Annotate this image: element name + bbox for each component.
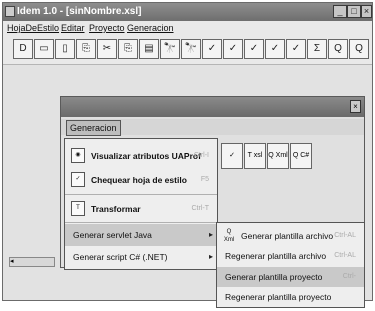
minimize-button[interactable]: _ xyxy=(333,5,347,18)
dialog-title-bar[interactable]: × xyxy=(61,97,364,117)
maximize-button[interactable]: □ xyxy=(347,5,361,18)
xml-icon[interactable]: Q xyxy=(328,39,348,59)
toolbar: D ▭ ▯ ⎘ ✂ ⎘ ▤ 🔭 🔭 ✓ ✓ ✓ ✓ ✓ Σ Q Q xyxy=(3,36,372,65)
clipboard-icon[interactable]: ▤ xyxy=(139,39,159,59)
menu-bar: HojaDeEstilo Editar Proyecto Generacion xyxy=(3,21,372,36)
generar-servlet-submenu: Q Xml Generar plantilla archivo Ctrl-AL R… xyxy=(216,222,365,308)
xsl-transform-icon: T xyxy=(71,201,85,216)
csharp-icon[interactable]: Q C# xyxy=(290,143,312,169)
menu-item-visualizar-atributos[interactable]: ◉ Visualizar atributos UAProf Ctrl-I xyxy=(65,145,217,167)
xsl-transform-icon[interactable]: Σ xyxy=(307,39,327,59)
dialog-menu-bar: Generacion xyxy=(61,119,364,136)
scroll-left-icon[interactable]: ◂ xyxy=(10,258,14,265)
check-4-icon[interactable]: ✓ xyxy=(265,39,285,59)
menu-separator xyxy=(65,222,217,223)
window-title: Idem 1.0 - [sinNombre.xsl] xyxy=(17,6,142,17)
submenu-arrow-icon: ▸ xyxy=(208,230,213,239)
xml-icon[interactable]: Q Xml xyxy=(267,143,289,169)
submenu-item-generar-plantilla-archivo[interactable]: Q Xml Generar plantilla archivo Ctrl-AL xyxy=(217,226,364,246)
open-file-icon[interactable]: ▭ xyxy=(34,39,54,59)
menu-proyecto[interactable]: Proyecto xyxy=(89,21,125,36)
cut-icon[interactable]: ✂ xyxy=(97,39,117,59)
check-2-icon[interactable]: ✓ xyxy=(223,39,243,59)
find-next-icon[interactable]: 🔭 xyxy=(181,39,201,59)
save-icon[interactable]: ▯ xyxy=(55,39,75,59)
menu-item-generar-script-csharp[interactable]: Generar script C# (.NET) ▸ xyxy=(65,246,217,268)
paste-icon[interactable]: ⎘ xyxy=(118,39,138,59)
menu-hojadeestilo[interactable]: HojaDeEstilo xyxy=(7,21,59,36)
dialog-menu-generacion[interactable]: Generacion xyxy=(66,120,121,136)
xml-icon: Q Xml xyxy=(223,229,235,243)
eye-icon: ◉ xyxy=(71,148,85,163)
check-style-icon: ✓ xyxy=(71,172,85,187)
menu-item-transformar[interactable]: T Transformar Ctrl-T xyxy=(65,198,217,220)
check-1-icon[interactable]: ✓ xyxy=(202,39,222,59)
app-icon xyxy=(5,6,15,17)
dialog-close-button[interactable]: × xyxy=(350,100,361,113)
menu-generacion[interactable]: Generacion xyxy=(127,21,174,36)
generacion-dropdown-menu: ◉ Visualizar atributos UAProf Ctrl-I ✓ C… xyxy=(64,138,218,270)
check-style-icon[interactable]: ✓ xyxy=(221,143,243,169)
menu-editar[interactable]: Editar xyxy=(61,21,85,36)
check-5-icon[interactable]: ✓ xyxy=(286,39,306,59)
find-icon[interactable]: 🔭 xyxy=(160,39,180,59)
submenu-item-regenerar-plantilla-proyecto[interactable]: Regenerar plantilla proyecto xyxy=(217,287,364,307)
close-button[interactable]: × xyxy=(361,5,372,18)
title-bar[interactable]: Idem 1.0 - [sinNombre.xsl] _ □ × xyxy=(3,3,372,21)
submenu-item-generar-plantilla-proyecto[interactable]: Generar plantilla proyecto Ctrl- xyxy=(217,267,364,287)
menu-separator xyxy=(65,194,217,195)
submenu-arrow-icon: ▸ xyxy=(208,252,213,261)
horizontal-scrollbar[interactable]: ◂ xyxy=(9,257,55,267)
copy-icon[interactable]: ⎘ xyxy=(76,39,96,59)
menu-item-chequear-hoja[interactable]: ✓ Chequear hoja de estilo F5 xyxy=(65,169,217,191)
new-file-icon[interactable]: D xyxy=(13,39,33,59)
xsl-transform-icon[interactable]: T xsl xyxy=(244,143,266,169)
csharp-icon[interactable]: Q xyxy=(349,39,369,59)
menu-item-generar-servlet-java[interactable]: Generar servlet Java ▸ xyxy=(65,224,217,246)
submenu-item-regenerar-plantilla-archivo[interactable]: Regenerar plantilla archivo Ctrl-AL xyxy=(217,246,364,266)
check-3-icon[interactable]: ✓ xyxy=(244,39,264,59)
